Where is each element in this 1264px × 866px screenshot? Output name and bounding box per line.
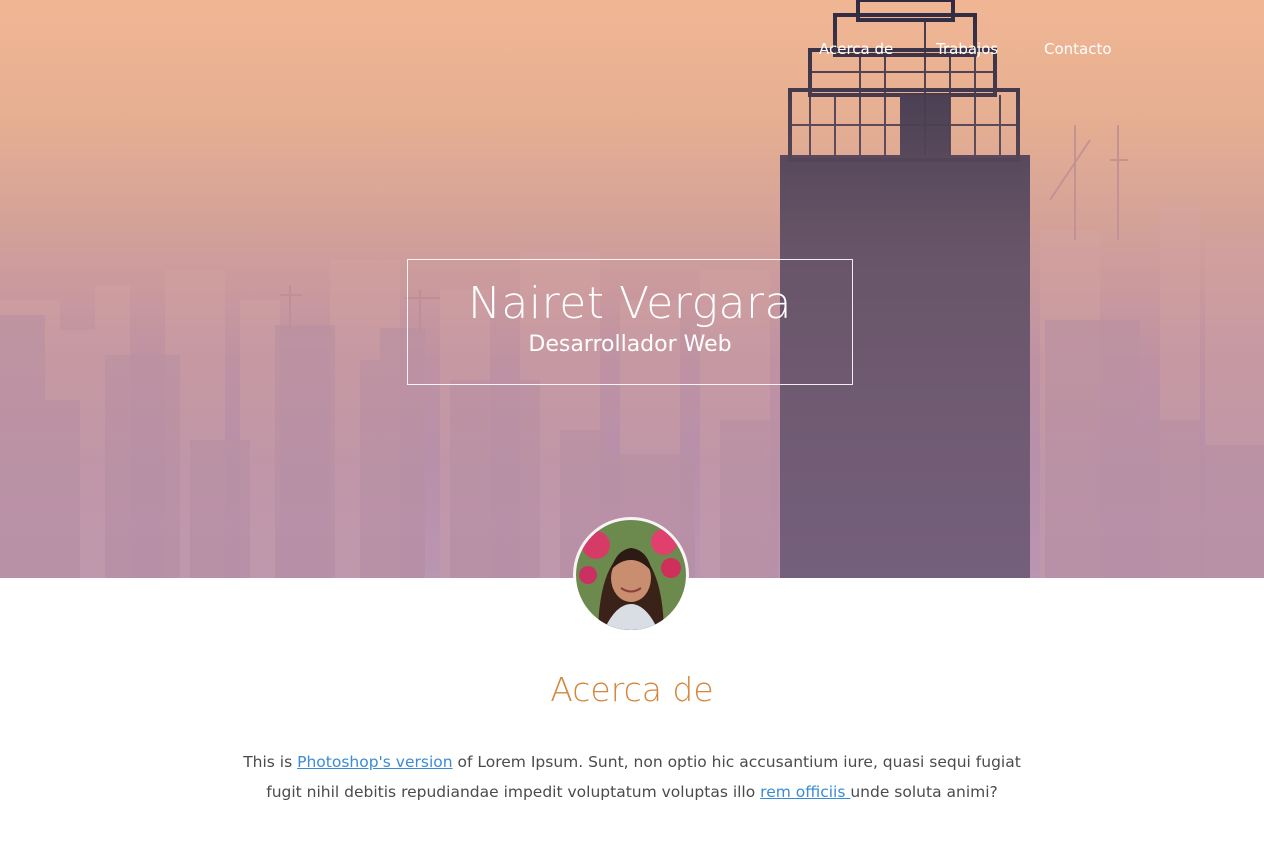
about-title: Acerca de	[550, 670, 714, 709]
about-link-rem-officiis[interactable]: rem officiis	[760, 783, 850, 801]
hero-banner: Acerca de Trabajos Contacto Nairet Verga…	[0, 0, 1264, 578]
portfolio-page: Acerca de Trabajos Contacto Nairet Verga…	[0, 0, 1264, 866]
nav-link-trabajos[interactable]: Trabajos	[936, 38, 998, 60]
main-nav: Acerca de Trabajos Contacto	[0, 38, 1264, 62]
hero-role: Desarrollador Web	[528, 332, 732, 357]
nav-link-contacto[interactable]: Contacto	[1044, 38, 1112, 60]
hero-title-box: Nairet Vergara Desarrollador Web	[407, 259, 853, 385]
about-text-1: This is	[243, 753, 298, 771]
profile-photo	[576, 520, 686, 630]
nav-link-acerca[interactable]: Acerca de	[819, 38, 893, 60]
about-text-3: unde soluta animi?	[850, 783, 998, 801]
about-link-photoshop[interactable]: Photoshop's version	[297, 753, 452, 771]
avatar	[576, 520, 686, 630]
hero-name: Nairet Vergara	[467, 278, 793, 329]
about-paragraph: This is Photoshop's version of Lorem Ips…	[232, 747, 1032, 807]
